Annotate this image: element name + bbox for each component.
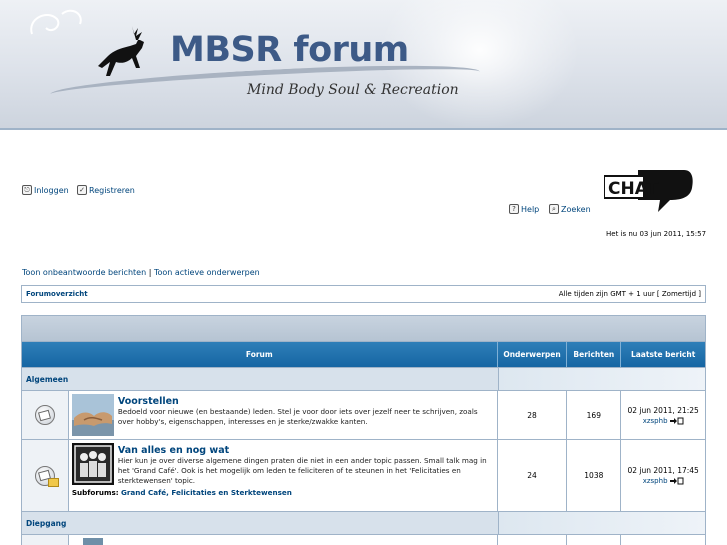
forum-posts-count: 1038 xyxy=(566,440,621,511)
table-header: Forum Onderwerpen Berichten Laatste beri… xyxy=(22,342,705,367)
forum-table: Forum Onderwerpen Berichten Laatste beri… xyxy=(21,315,706,545)
register-icon: ✓ xyxy=(77,185,87,195)
forum-topics-count: 24 xyxy=(496,440,567,511)
col-forum: Forum xyxy=(245,350,273,359)
goto-last-post-icon[interactable] xyxy=(669,477,684,485)
goto-last-post-icon[interactable] xyxy=(669,417,684,425)
help-icon: ? xyxy=(509,204,519,214)
unanswered-link[interactable]: Toon onbeantwoorde berichten xyxy=(22,268,146,277)
last-post-user-link[interactable]: xzsphb xyxy=(643,477,668,485)
site-title: MBSR forum xyxy=(170,30,409,70)
forum-thumbnail-icon xyxy=(82,538,103,545)
login-label: Inloggen xyxy=(34,185,69,195)
timezone-info: Alle tijden zijn GMT + 1 uur [ Zomertijd… xyxy=(558,290,701,298)
active-topics-link[interactable]: Toon actieve onderwerpen xyxy=(154,268,260,277)
last-post-date: 02 jun 2011, 21:25 xyxy=(627,405,699,415)
forum-read-icon xyxy=(34,405,55,425)
last-post-user-link[interactable]: xzsphb xyxy=(643,417,668,425)
deer-logo-icon xyxy=(98,26,144,76)
col-last-post: Laatste bericht xyxy=(620,342,705,367)
breadcrumb[interactable]: Forumoverzicht xyxy=(26,290,88,298)
chat-logo-text: CHAT xyxy=(608,179,659,199)
quick-links-separator: | xyxy=(148,268,152,277)
forum-title-link[interactable]: Van alles en nog wat xyxy=(72,445,494,456)
login-icon: ⎋ xyxy=(22,185,32,195)
subforums-label: Subforums: xyxy=(71,488,119,497)
forum-row: Van alles en nog wat Hier kun je over di… xyxy=(22,439,705,511)
group-photo-thumbnail-icon xyxy=(71,443,114,485)
subforum-links[interactable]: Grand Café, Felicitaties en Sterktewense… xyxy=(121,488,292,497)
search-icon: ⌕ xyxy=(549,204,559,214)
col-posts: Berichten xyxy=(566,342,620,367)
header-banner: MBSR forum Mind Body Soul & Recreation xyxy=(0,0,727,130)
search-link[interactable]: ⌕ Zoeken xyxy=(549,204,591,214)
col-topics: Onderwerpen xyxy=(496,342,567,367)
last-post-date: 02 jun 2011, 17:45 xyxy=(627,466,699,475)
forum-description: Hier kun je over diverse algemene dingen… xyxy=(117,456,487,485)
search-label: Zoeken xyxy=(561,204,591,214)
handshake-thumbnail-icon xyxy=(71,394,114,436)
chat-logo[interactable]: CHAT xyxy=(604,168,694,214)
breadcrumb-bar: Forumoverzicht Alle tijden zijn GMT + 1 … xyxy=(21,285,706,303)
register-link[interactable]: ✓ Registreren xyxy=(77,185,135,195)
site-subtitle: Mind Body Soul & Recreation xyxy=(247,82,459,98)
quick-links: Toon onbeantwoorde berichten | Toon acti… xyxy=(22,268,260,277)
current-time: Het is nu 03 jun 2011, 15:57 xyxy=(606,230,707,238)
swirl-ornament-icon xyxy=(30,9,82,35)
forum-subforum-icon xyxy=(34,465,59,487)
table-caption xyxy=(22,316,705,342)
forum-topics-count: 28 xyxy=(496,391,567,439)
login-link[interactable]: ⎋ Inloggen xyxy=(22,185,69,195)
help-label: Help xyxy=(521,204,540,214)
help-link[interactable]: ? Help xyxy=(509,204,539,214)
category-name[interactable]: Diepgang xyxy=(22,512,498,534)
forum-title-link[interactable]: Voorstellen xyxy=(72,396,494,407)
register-label: Registreren xyxy=(89,185,135,195)
forum-row xyxy=(22,534,705,545)
category-row: Diepgang xyxy=(22,511,705,534)
forum-posts-count: 169 xyxy=(566,391,621,439)
forum-description: Bedoeld voor nieuwe (en bestaande) leden… xyxy=(117,407,478,426)
forum-row: Voorstellen Bedoeld voor nieuwe (en best… xyxy=(22,390,705,439)
category-row: Algemeen xyxy=(22,367,705,390)
category-name[interactable]: Algemeen xyxy=(22,368,498,390)
subforums-line: Subforums: Grand Café, Felicitaties en S… xyxy=(72,488,494,497)
